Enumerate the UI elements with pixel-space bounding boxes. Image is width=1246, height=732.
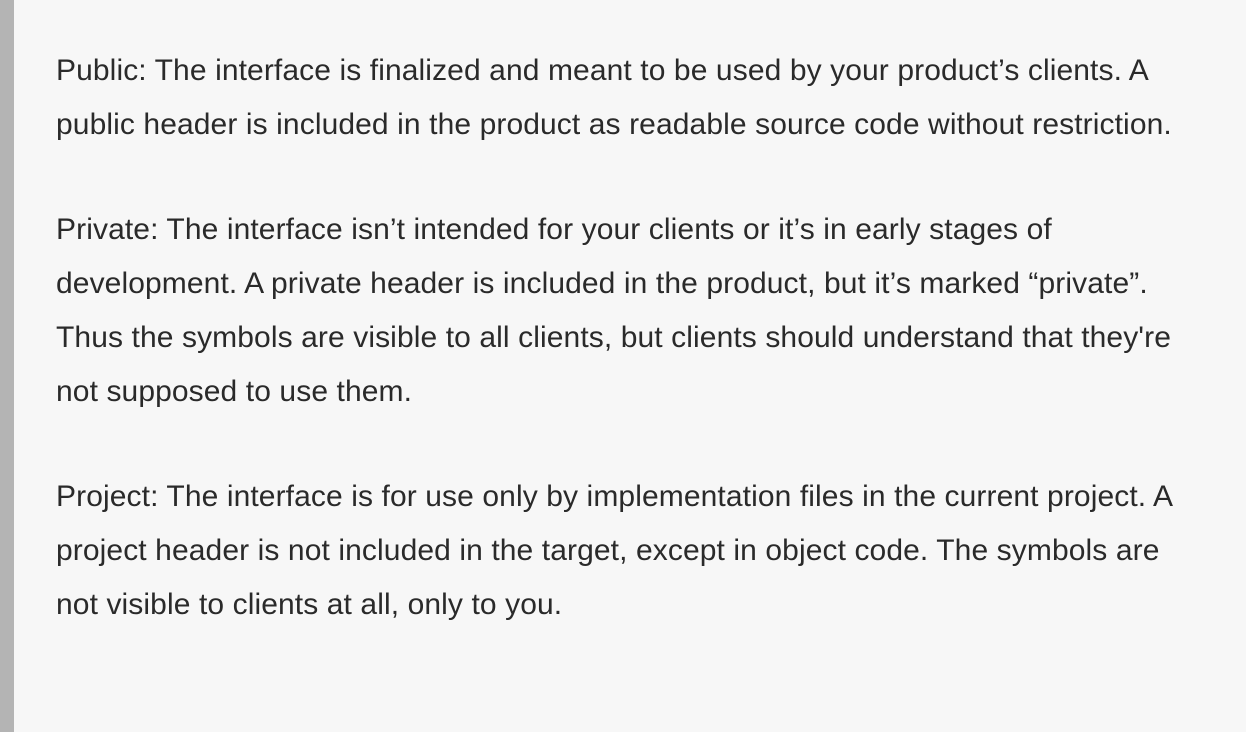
paragraph-private: Private: The interface isn’t intended fo… — [56, 213, 1172, 408]
blockquote: Public: The interface is finalized and m… — [0, 0, 1246, 732]
paragraph-public: Public: The interface is finalized and m… — [56, 54, 1172, 141]
paragraph-project: Project: The interface is for use only b… — [56, 480, 1172, 621]
